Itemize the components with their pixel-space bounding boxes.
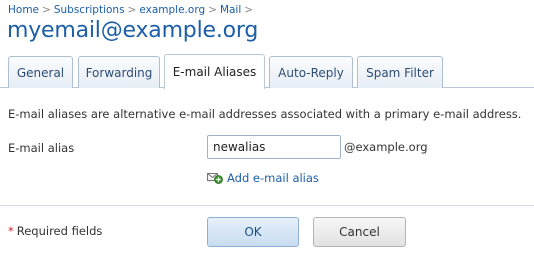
email-alias-label: E-mail alias bbox=[8, 141, 75, 155]
add-email-alias-label: Add e-mail alias bbox=[227, 171, 319, 185]
tab-forwarding[interactable]: Forwarding bbox=[78, 56, 160, 88]
required-fields-label: Required fields bbox=[16, 224, 103, 238]
add-envelope-icon bbox=[207, 172, 223, 184]
breadcrumb-separator: > bbox=[208, 4, 217, 16]
footer-divider bbox=[0, 205, 534, 206]
page-title: myemail@example.org bbox=[7, 18, 259, 43]
add-email-alias-link[interactable]: Add e-mail alias bbox=[207, 171, 319, 185]
breadcrumb-separator: > bbox=[42, 4, 51, 16]
ok-button[interactable]: OK bbox=[207, 217, 299, 247]
breadcrumb-mail[interactable]: Mail bbox=[220, 4, 241, 16]
section-description: E-mail aliases are alternative e-mail ad… bbox=[8, 107, 522, 121]
breadcrumb-subscriptions[interactable]: Subscriptions bbox=[54, 4, 125, 16]
breadcrumb-domain[interactable]: example.org bbox=[139, 4, 205, 16]
tab-spam-filter[interactable]: Spam Filter bbox=[357, 56, 443, 88]
breadcrumb-separator: > bbox=[127, 4, 137, 16]
breadcrumb: Home > Subscriptions > example.org > Mail > bbox=[8, 4, 256, 16]
email-alias-input[interactable] bbox=[207, 135, 341, 159]
tab-auto-reply[interactable]: Auto-Reply bbox=[269, 56, 353, 88]
breadcrumb-home[interactable]: Home bbox=[8, 4, 39, 16]
tab-email-aliases[interactable]: E-mail Aliases bbox=[164, 54, 265, 89]
domain-suffix: @example.org bbox=[344, 140, 428, 154]
tab-general[interactable]: General bbox=[8, 56, 73, 88]
tab-bar: General Forwarding E-mail Aliases Auto-R… bbox=[0, 54, 534, 89]
breadcrumb-separator: > bbox=[244, 4, 254, 16]
cancel-button[interactable]: Cancel bbox=[313, 217, 406, 247]
required-star: * bbox=[8, 224, 14, 238]
required-fields-note: * Required fields bbox=[8, 224, 102, 238]
